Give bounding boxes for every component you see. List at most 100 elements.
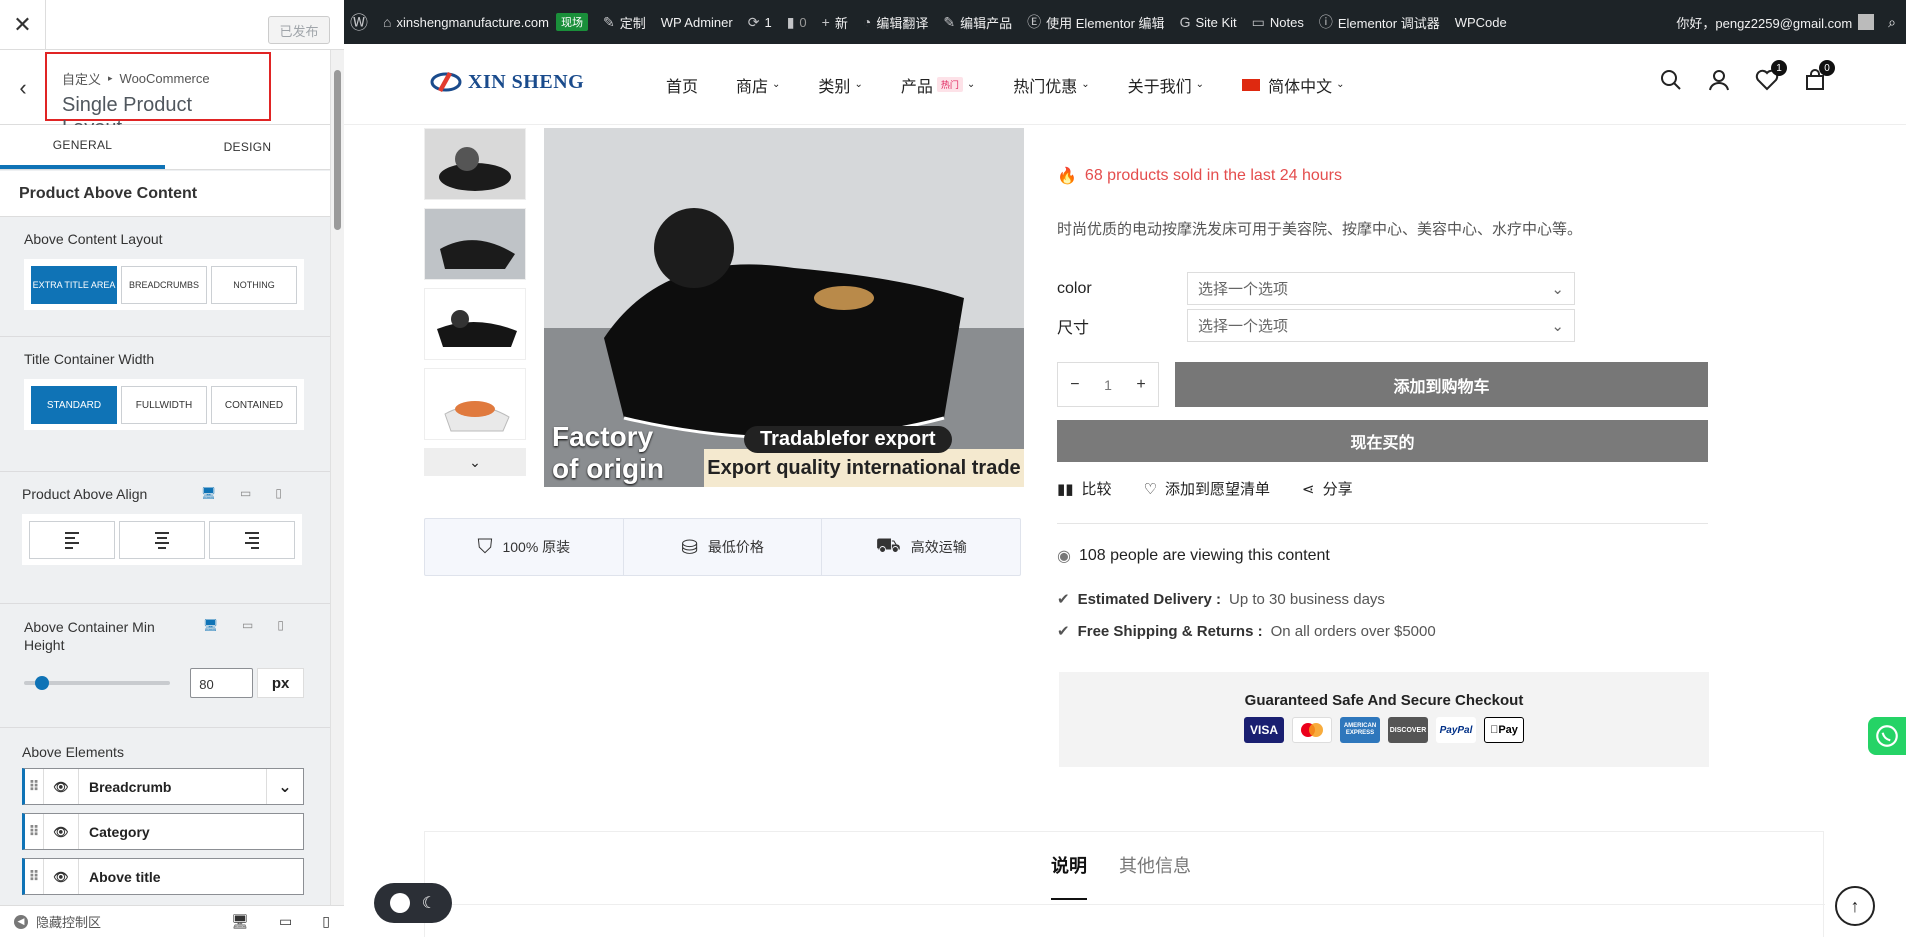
product-thumbnail[interactable] bbox=[424, 128, 526, 200]
option-contained[interactable]: CONTAINED bbox=[211, 386, 297, 424]
search-icon[interactable] bbox=[1659, 68, 1683, 92]
add-to-cart-button[interactable]: 添加到购物车 bbox=[1175, 362, 1708, 407]
adminbar-translate[interactable]: ◔ 编辑翻译 bbox=[863, 13, 928, 32]
adminbar-customize[interactable]: ✎ 定制 bbox=[603, 13, 646, 32]
hide-controls-button[interactable]: 隐藏控制区 bbox=[36, 912, 101, 931]
adminbar-notes[interactable]: ▭ Notes bbox=[1252, 14, 1304, 31]
product-main-image[interactable]: Factory of origin Export quality internat… bbox=[544, 128, 1024, 487]
close-icon[interactable]: ✕ bbox=[0, 0, 46, 50]
visibility-icon[interactable]: 👁 bbox=[43, 814, 79, 849]
buy-now-button[interactable]: 现在买的 bbox=[1057, 420, 1708, 462]
moon-icon: ☾ bbox=[421, 895, 437, 912]
share-button[interactable]: ⋖ 分享 bbox=[1302, 478, 1353, 499]
element-above-title[interactable]: ⠿ 👁 Above title bbox=[22, 858, 304, 895]
chevron-down-icon[interactable]: ⌄ bbox=[424, 448, 526, 476]
option-extra-title-area[interactable]: EXTRA TITLE AREA bbox=[31, 266, 117, 304]
color-select[interactable]: 选择一个选项 ⌄ bbox=[1187, 272, 1575, 305]
min-height-input[interactable]: 80 bbox=[190, 668, 254, 698]
tablet-preview-icon[interactable]: ▭ bbox=[279, 913, 292, 930]
product-actions: ▮▮ 比较 ♡ 添加到愿望清单 ⋖ 分享 bbox=[1057, 478, 1353, 499]
mobile-preview-icon[interactable]: ▯ bbox=[322, 913, 330, 930]
plus-button[interactable]: + bbox=[1136, 376, 1145, 394]
element-category[interactable]: ⠿ 👁 Category bbox=[22, 813, 304, 850]
adminbar-new[interactable]: + 新 bbox=[822, 13, 848, 32]
adminbar-updates[interactable]: ⟳ 1 bbox=[748, 14, 772, 31]
tab-description[interactable]: 说明 bbox=[1051, 852, 1087, 900]
trust-price: ⛁ 最低价格 bbox=[624, 519, 823, 575]
site-header: XIN SHENG 首页 商店 ⌄ 类别 ⌄ 产品 热门 ⌄ 热门优惠 ⌄ 关于我们 ⌄ 简… bbox=[344, 44, 1906, 125]
nav-categories[interactable]: 类别 ⌄ bbox=[818, 73, 862, 97]
back-arrow-icon[interactable]: ‹ bbox=[0, 50, 46, 125]
collapse-icon[interactable]: ◀ bbox=[14, 914, 28, 929]
tab-general[interactable]: GENERAL bbox=[0, 125, 165, 169]
adminbar-sitekit[interactable]: G Site Kit bbox=[1180, 14, 1237, 30]
quantity-input[interactable]: 1 bbox=[1104, 377, 1112, 393]
option-fullwidth[interactable]: FULLWIDTH bbox=[121, 386, 207, 424]
adminbar-debugger[interactable]: ⓘ Elementor 调试器 bbox=[1319, 12, 1440, 32]
publish-button[interactable]: 已发布 bbox=[268, 16, 330, 44]
align-left-icon[interactable] bbox=[29, 521, 115, 559]
nav-deals[interactable]: 热门优惠 ⌄ bbox=[1013, 73, 1089, 97]
desktop-icon[interactable]: 🖥 bbox=[201, 486, 216, 500]
adminbar-live[interactable]: 现场 bbox=[555, 13, 588, 31]
drag-handle-icon[interactable]: ⠿ bbox=[25, 868, 43, 885]
factory-badge: Factory of origin bbox=[552, 421, 664, 484]
product-thumbnail[interactable] bbox=[424, 368, 526, 440]
nav-products[interactable]: 产品 热门 ⌄ bbox=[901, 73, 975, 97]
nav-shop[interactable]: 商店 ⌄ bbox=[736, 73, 780, 97]
adminbar-elementor[interactable]: Ⓔ 使用 Elementor 编辑 bbox=[1027, 12, 1164, 32]
minus-button[interactable]: − bbox=[1070, 376, 1079, 394]
whatsapp-icon[interactable] bbox=[1868, 717, 1906, 755]
min-height-slider[interactable] bbox=[24, 676, 171, 690]
compare-button[interactable]: ▮▮ 比较 bbox=[1057, 478, 1112, 499]
product-thumbnail[interactable] bbox=[424, 288, 526, 360]
desktop-preview-icon[interactable]: 🖥 bbox=[231, 913, 249, 930]
search-icon[interactable]: ⌕ bbox=[1888, 14, 1896, 31]
option-nothing[interactable]: NOTHING bbox=[211, 266, 297, 304]
adminbar-site[interactable]: ⌂ xinshengmanufacture.com bbox=[383, 14, 549, 30]
adminbar-wpcode[interactable]: WPCode bbox=[1455, 15, 1507, 30]
mobile-icon[interactable]: ▯ bbox=[277, 618, 284, 632]
product-thumbnail[interactable] bbox=[424, 208, 526, 280]
scrollbar-thumb[interactable] bbox=[334, 70, 341, 230]
wishlist-icon[interactable]: 1 bbox=[1755, 60, 1787, 92]
nav-home[interactable]: 首页 bbox=[666, 73, 698, 97]
avatar bbox=[1858, 14, 1875, 30]
nav-language[interactable]: 简体中文 ⌄ bbox=[1242, 73, 1344, 97]
drag-handle-icon[interactable]: ⠿ bbox=[25, 823, 43, 840]
adminbar-comments[interactable]: ▮ 0 bbox=[787, 14, 807, 31]
element-breadcrumb[interactable]: ⠿ 👁 Breadcrumb ⌄ bbox=[22, 768, 304, 805]
wordpress-icon[interactable]: Ⓦ bbox=[350, 9, 368, 35]
back-to-top-button[interactable]: ↑ bbox=[1835, 886, 1875, 926]
wishlist-button[interactable]: ♡ 添加到愿望清单 bbox=[1144, 478, 1270, 499]
option-standard[interactable]: STANDARD bbox=[31, 386, 117, 424]
adminbar-wp-adminer[interactable]: WP Adminer bbox=[661, 15, 733, 30]
desktop-icon[interactable]: 🖥 bbox=[203, 618, 218, 632]
cart-icon[interactable]: 0 bbox=[1803, 60, 1835, 92]
size-select[interactable]: 选择一个选项 ⌄ bbox=[1187, 309, 1575, 342]
drag-handle-icon[interactable]: ⠿ bbox=[25, 778, 43, 795]
option-breadcrumbs[interactable]: BREADCRUMBS bbox=[121, 266, 207, 304]
notes-icon: ▭ bbox=[1251, 13, 1265, 30]
adminbar-account[interactable]: 你好，pengz2259@gmail.com bbox=[1676, 13, 1875, 32]
chevron-down-icon[interactable]: ⌄ bbox=[266, 769, 303, 804]
export-strip: Export quality international trade bbox=[704, 449, 1024, 487]
nav-about[interactable]: 关于我们 ⌄ bbox=[1128, 73, 1204, 97]
brush-icon: ✎ bbox=[602, 13, 615, 30]
unit-selector[interactable]: px bbox=[257, 668, 304, 698]
dark-mode-toggle[interactable]: ☾ bbox=[374, 883, 452, 923]
visibility-icon[interactable]: 👁 bbox=[43, 769, 79, 804]
account-icon[interactable] bbox=[1707, 68, 1731, 92]
tab-design[interactable]: DESIGN bbox=[165, 125, 330, 169]
align-right-icon[interactable] bbox=[209, 521, 295, 559]
mobile-icon[interactable]: ▯ bbox=[275, 486, 282, 500]
slider-handle[interactable] bbox=[35, 676, 50, 690]
site-logo[interactable]: XIN SHENG bbox=[430, 66, 584, 98]
align-center-icon[interactable] bbox=[119, 521, 205, 559]
visibility-icon[interactable]: 👁 bbox=[43, 859, 79, 894]
adminbar-edit-product[interactable]: ✎ 编辑产品 bbox=[943, 13, 1012, 32]
tab-additional-info[interactable]: 其他信息 bbox=[1119, 852, 1191, 900]
tablet-icon[interactable]: ▭ bbox=[240, 486, 251, 500]
panel-scrollbar[interactable] bbox=[330, 50, 344, 905]
tablet-icon[interactable]: ▭ bbox=[242, 618, 253, 632]
